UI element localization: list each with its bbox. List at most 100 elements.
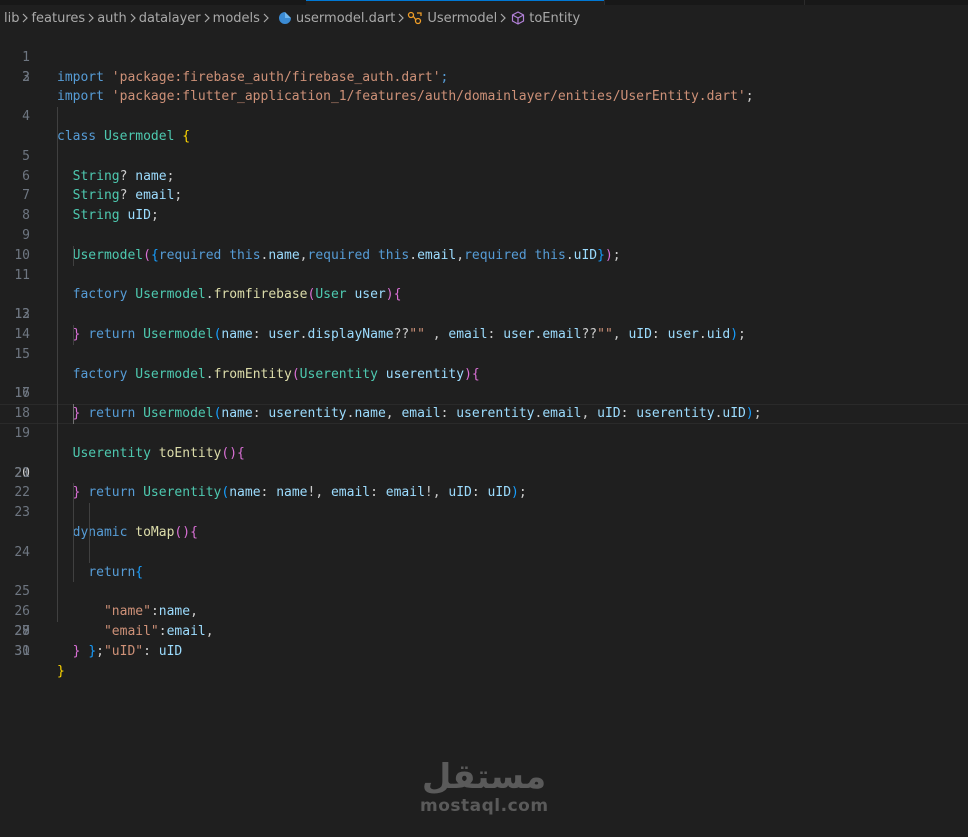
code-line[interactable]: 5 String? name; — [0, 107, 968, 184]
code-line[interactable]: 17 } — [0, 344, 968, 421]
indent-guide — [73, 245, 74, 266]
indent-guide — [57, 285, 58, 306]
indent-guide — [89, 503, 90, 523]
indent-guide — [73, 542, 74, 563]
code-line[interactable]: 3 — [0, 68, 968, 88]
indent-guide — [73, 562, 74, 583]
code-line[interactable]: 2 import 'package:flutter_application_1/… — [0, 48, 968, 105]
indent-guide — [57, 344, 58, 365]
code-line[interactable]: 16 return Usermodel(name: userentity.nam… — [0, 324, 968, 421]
code-line[interactable]: 9 Usermodel({required this.name,required… — [0, 186, 968, 263]
chevron-right-icon — [19, 13, 31, 23]
code-text: } — [57, 662, 65, 682]
code-line[interactable]: 6 String? email; — [0, 126, 968, 203]
indent-guide — [57, 206, 58, 226]
line-number: 31 — [14, 643, 30, 659]
chevron-right-icon — [395, 13, 407, 23]
code-line[interactable]: 12 return Usermodel(name: user.displayNa… — [0, 245, 968, 342]
code-line[interactable]: 29 } — [0, 582, 968, 659]
indent-guide — [57, 364, 58, 385]
indent-guide — [57, 582, 58, 603]
code-line[interactable]: 7 String uID; — [0, 146, 968, 223]
editor-tab[interactable] — [804, 0, 968, 5]
chevron-right-icon — [85, 13, 97, 23]
breadcrumb-item-lib[interactable]: lib — [4, 11, 19, 26]
indent-guide — [57, 503, 58, 523]
code-line[interactable]: 25 "name":name, — [0, 503, 968, 619]
indent-guide — [57, 384, 58, 405]
breadcrumb: lib features auth datalayer models userm… — [4, 8, 580, 28]
indent-guide — [57, 107, 58, 127]
indent-guide — [57, 423, 58, 444]
indent-guide-active — [73, 404, 74, 424]
code-line[interactable]: 1 import 'package:firebase_auth/firebase… — [0, 28, 968, 85]
indent-guide — [57, 245, 58, 266]
breadcrumb-item-file[interactable]: usermodel.dart — [296, 11, 395, 26]
watermark-latin: mostaql.com — [420, 796, 549, 816]
code-line[interactable]: 30 — [0, 602, 968, 659]
code-editor[interactable]: 1 import 'package:firebase_auth/firebase… — [0, 28, 968, 679]
indent-guide — [57, 265, 58, 286]
code-line[interactable]: 19 Userentity toEntity(){ — [0, 384, 968, 461]
indent-guide — [89, 522, 90, 543]
code-line[interactable]: 24 return{ — [0, 483, 968, 580]
chevron-right-icon — [260, 13, 272, 23]
indent-guide — [57, 522, 58, 543]
code-line[interactable]: 4 class Usermodel { — [0, 87, 968, 144]
indent-guide — [73, 324, 74, 345]
code-line[interactable]: 31 } — [0, 622, 968, 679]
indent-guide — [57, 324, 58, 345]
code-line[interactable]: 11 factory Usermodel.fromfirebase(User u… — [0, 225, 968, 302]
code-line[interactable]: 27 "uID": uID — [0, 542, 968, 659]
indent-guide — [73, 503, 74, 523]
code-line[interactable]: 23 dynamic toMap(){ — [0, 463, 968, 540]
code-line[interactable]: 13 } — [0, 265, 968, 342]
code-line[interactable]: 28 }; — [0, 562, 968, 659]
breadcrumb-item-auth[interactable]: auth — [97, 11, 127, 26]
line-number: 3 — [22, 69, 30, 85]
code-line[interactable]: 15 factory Usermodel.fromEntity(Userenti… — [0, 305, 968, 382]
indent-guide — [57, 126, 58, 147]
class-symbol-icon — [407, 11, 423, 25]
code-line[interactable]: 14 — [0, 285, 968, 342]
breadcrumb-item-datalayer[interactable]: datalayer — [139, 11, 201, 26]
indent-guide — [57, 443, 58, 464]
indent-guide — [57, 225, 58, 246]
breadcrumb-item-class[interactable]: Usermodel — [427, 11, 497, 26]
indent-guide — [73, 483, 74, 504]
code-line[interactable]: 8 — [0, 166, 968, 223]
code-line[interactable]: 10 — [0, 206, 968, 263]
indent-guide — [57, 542, 58, 563]
chevron-right-icon — [497, 13, 509, 23]
code-line-current[interactable]: 20 return Userentity(name: name!, email:… — [0, 404, 968, 500]
indent-guide — [57, 463, 58, 484]
indent-guide — [89, 542, 90, 563]
editor-tab-active[interactable] — [306, 0, 604, 5]
method-symbol-icon — [511, 11, 525, 25]
code-line[interactable]: 18 — [0, 364, 968, 421]
indent-guide — [57, 602, 58, 622]
code-line[interactable]: 21 } — [0, 423, 968, 500]
code-line-text: } — [57, 663, 65, 679]
code-line[interactable]: 22 — [0, 443, 968, 500]
indent-guide — [57, 404, 58, 424]
indent-guide — [57, 146, 58, 167]
indent-guide — [57, 483, 58, 504]
editor-tab-strip[interactable] — [0, 0, 968, 5]
code-text: } — [57, 642, 81, 662]
code-line[interactable]: 26 "email":email, — [0, 522, 968, 639]
code-line-text: } — [72, 643, 81, 659]
breadcrumb-item-method[interactable]: toEntity — [529, 11, 580, 26]
indent-guide — [57, 166, 58, 187]
chevron-right-icon — [127, 13, 139, 23]
indent-guide — [73, 522, 74, 543]
editor-tab[interactable] — [604, 0, 805, 5]
watermark-logo: مستقل mostaql.com — [420, 758, 548, 816]
breadcrumb-item-models[interactable]: models — [213, 11, 260, 26]
dart-file-icon — [278, 11, 292, 25]
indent-guide — [57, 562, 58, 583]
watermark-arabic: مستقل — [421, 757, 547, 797]
indent-guide — [57, 305, 58, 325]
editor-tab[interactable] — [0, 0, 307, 5]
breadcrumb-item-features[interactable]: features — [31, 11, 85, 26]
